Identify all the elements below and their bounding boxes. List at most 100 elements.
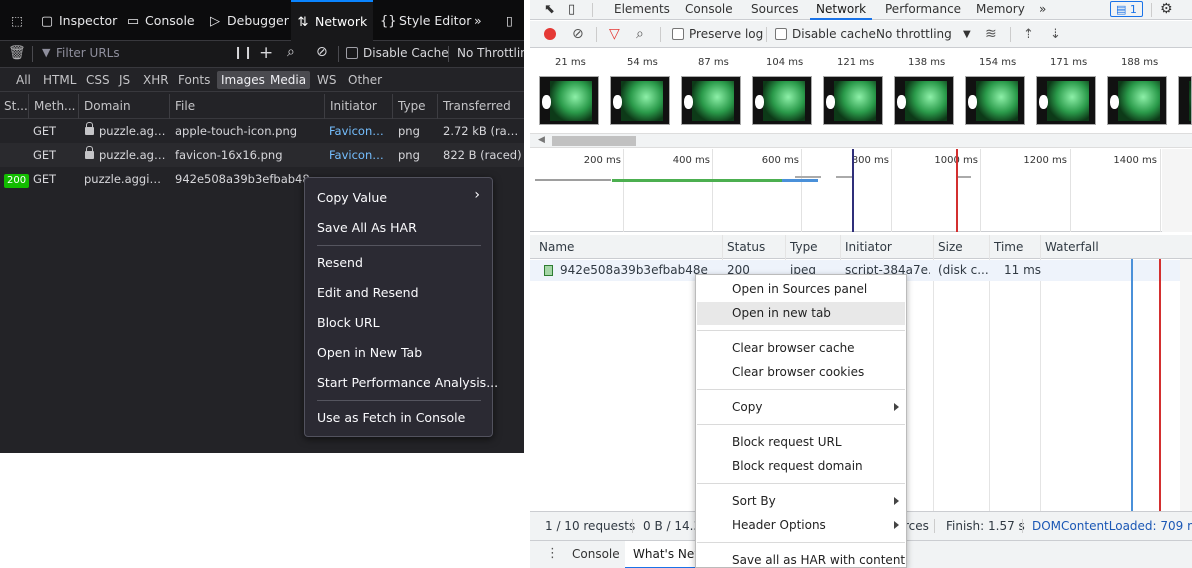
menu-copy[interactable]: Copy [732, 400, 762, 414]
tab-memory[interactable]: Memory [976, 0, 1025, 20]
menu-use-as-fetch[interactable]: Use as Fetch in Console [317, 410, 465, 425]
menu-sort-by[interactable]: Sort By [732, 494, 776, 508]
menu-edit-and-resend[interactable]: Edit and Resend [317, 285, 419, 300]
filmstrip-frame[interactable] [752, 76, 812, 125]
more-tabs-chevron-icon[interactable]: » [1039, 0, 1046, 20]
col-type[interactable]: Type [392, 94, 437, 119]
record-icon[interactable] [544, 28, 556, 40]
filmstrip-frame[interactable] [610, 76, 670, 125]
trash-icon[interactable]: 🗑 [8, 45, 26, 61]
menu-clear-cookies[interactable]: Clear browser cookies [732, 365, 864, 379]
table-row[interactable]: GET puzzle.agg... apple-touch-icon.png F… [0, 119, 524, 143]
menu-open-in-sources[interactable]: Open in Sources panel [732, 282, 867, 296]
menu-block-request-url[interactable]: Block request URL [732, 435, 842, 449]
tab-network[interactable]: ⇅ Network [291, 0, 374, 41]
network-conditions-icon[interactable]: ≋ [985, 21, 997, 48]
cell-initiator[interactable]: FaviconL... [329, 143, 389, 167]
throttling-select[interactable]: No Throttling [457, 46, 524, 60]
clear-icon[interactable]: ⊘ [572, 21, 584, 48]
type-ws[interactable]: WS [313, 71, 340, 89]
menu-open-in-new-tab[interactable]: Open in new tab [732, 306, 831, 320]
preserve-log-checkbox[interactable]: Preserve log [672, 21, 763, 48]
scroll-left-icon[interactable]: ◀ [538, 135, 545, 145]
col-size[interactable]: Size [933, 235, 989, 259]
cell-initiator[interactable]: FaviconL... [329, 119, 389, 143]
block-icon[interactable]: ⊘ [316, 44, 328, 60]
device-toolbar-icon[interactable]: ▯ [568, 0, 575, 20]
menu-clear-cache[interactable]: Clear browser cache [732, 341, 855, 355]
type-all[interactable]: All [12, 71, 35, 89]
tab-network[interactable]: Network [810, 0, 873, 20]
col-status[interactable]: St... [0, 94, 28, 119]
filmstrip-frame[interactable] [1107, 76, 1167, 125]
element-picker-icon[interactable]: ⬚ [8, 0, 26, 41]
type-css[interactable]: CSS [82, 71, 114, 89]
col-name[interactable]: Name [535, 235, 722, 259]
drawer-tab-console[interactable]: Console [572, 547, 620, 561]
tab-inspector[interactable]: ▢ Inspector [40, 0, 117, 41]
tab-elements[interactable]: Elements [614, 0, 670, 20]
filmstrip-frame[interactable] [894, 76, 954, 125]
col-time[interactable]: Time [989, 235, 1040, 259]
tab-sources[interactable]: Sources [751, 0, 798, 20]
throttling-select[interactable]: No throttling [876, 21, 952, 48]
submenu-arrow-icon [894, 521, 899, 529]
more-tabs-chevron-icon[interactable]: » [474, 0, 482, 41]
col-initiator[interactable]: Initiator [840, 235, 933, 259]
filter-icon[interactable]: ▽ [609, 21, 620, 48]
menu-save-all-har[interactable]: Save all as HAR with content [732, 553, 905, 567]
col-transferred[interactable]: Transferred [437, 94, 524, 119]
filmstrip-frame[interactable] [681, 76, 741, 125]
issues-badge[interactable]: ▤ 1 [1110, 1, 1143, 17]
type-images[interactable]: Images [217, 71, 269, 89]
menu-block-request-domain[interactable]: Block request domain [732, 459, 863, 473]
inspect-element-icon[interactable]: ⬉ [544, 0, 555, 20]
disable-cache-checkbox[interactable] [346, 47, 358, 59]
menu-save-all-har[interactable]: Save All As HAR [317, 220, 417, 235]
gear-icon[interactable]: ⚙ [1160, 0, 1173, 20]
type-fonts[interactable]: Fonts [174, 71, 214, 89]
pause-icon[interactable]: ❙❙ [233, 45, 253, 59]
filmstrip-frame[interactable] [539, 76, 599, 125]
tab-console[interactable]: Console [685, 0, 733, 20]
menu-open-new-tab[interactable]: Open in New Tab [317, 345, 422, 360]
type-media[interactable]: Media [266, 71, 311, 89]
type-js[interactable]: JS [115, 71, 134, 89]
col-initiator[interactable]: Initiator [324, 94, 392, 119]
filmstrip-frame[interactable] [965, 76, 1025, 125]
search-icon[interactable]: ⌕ [287, 44, 295, 60]
add-request-icon[interactable]: + [259, 43, 273, 63]
col-status[interactable]: Status [722, 235, 785, 259]
tab-debugger[interactable]: ▷ Debugger [208, 0, 289, 41]
tab-style-editor[interactable]: {} Style Editor [380, 0, 471, 41]
tab-console[interactable]: ▭ Console [126, 0, 195, 41]
filter-urls-input[interactable]: Filter URLs [56, 46, 120, 60]
drawer-menu-icon[interactable]: ⋮ [546, 546, 559, 561]
menu-header-options[interactable]: Header Options [732, 518, 826, 532]
tab-label: Console [145, 13, 195, 28]
table-row[interactable]: GET puzzle.agg... favicon-16x16.png Favi… [0, 143, 524, 167]
col-file[interactable]: File [169, 94, 324, 119]
disable-cache-checkbox[interactable]: Disable cache [775, 21, 876, 48]
type-other[interactable]: Other [344, 71, 386, 89]
dock-icon[interactable]: ▯ [506, 0, 513, 41]
tab-performance[interactable]: Performance [885, 0, 961, 20]
search-icon[interactable]: ⌕ [636, 21, 644, 48]
col-waterfall[interactable]: Waterfall [1040, 235, 1192, 259]
type-xhr[interactable]: XHR [139, 71, 173, 89]
scroll-thumb[interactable] [552, 136, 636, 146]
filmstrip-frame[interactable] [1036, 76, 1096, 125]
filmstrip-frame[interactable] [823, 76, 883, 125]
export-har-icon[interactable]: ⇣ [1050, 21, 1061, 48]
type-html[interactable]: HTML [39, 71, 80, 89]
col-domain[interactable]: Domain [78, 94, 169, 119]
import-har-icon[interactable]: ⇡ [1023, 21, 1034, 48]
menu-copy-value[interactable]: Copy Value [317, 190, 387, 205]
menu-resend[interactable]: Resend [317, 255, 363, 270]
menu-block-url[interactable]: Block URL [317, 315, 380, 330]
filmstrip-frame[interactable] [1178, 76, 1192, 125]
filmstrip-scrollbar[interactable]: ◀ [530, 133, 1192, 148]
col-method[interactable]: Meth... [28, 94, 78, 119]
col-type[interactable]: Type [785, 235, 840, 259]
menu-performance-analysis[interactable]: Start Performance Analysis... [317, 375, 498, 390]
